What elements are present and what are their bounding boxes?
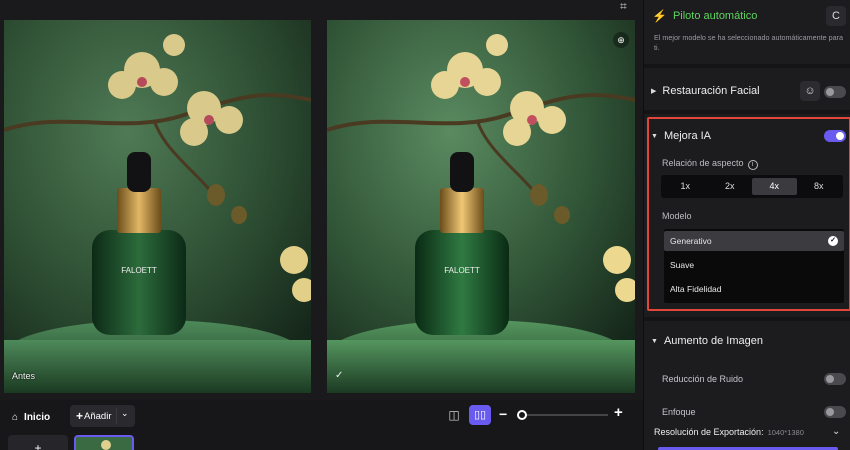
check-icon: ✓ <box>828 236 838 246</box>
autopilot-header: ⚡ Piloto automático <box>652 9 757 23</box>
autopilot-title: Piloto automático <box>672 10 758 22</box>
after-check-icon: ✓ <box>335 370 344 381</box>
add-image-thumb[interactable]: + <box>8 435 68 450</box>
single-view-icon[interactable]: ◫ <box>446 407 462 423</box>
ai-enhance-toggle[interactable] <box>824 130 846 142</box>
before-label: Antes <box>12 371 36 381</box>
crop-icon[interactable]: ⌗ <box>620 0 634 12</box>
info-icon[interactable]: i <box>747 160 758 170</box>
model-option-generativo[interactable]: Generativo ✓ <box>664 231 844 251</box>
lightning-icon: ⚡ <box>652 9 667 23</box>
before-image: FALOETT <box>4 20 311 393</box>
home-button[interactable]: ⌂ Inicio <box>12 409 50 425</box>
face-restore-toggle[interactable] <box>824 86 846 98</box>
after-image-pane: FALOETT ⊕ ✓ <box>327 20 635 393</box>
before-brand: FALOETT <box>121 266 157 275</box>
image-canvas: ⌗ FALOETT Antes FALOETT ⊕ ✓ <box>0 0 643 400</box>
expand-down-icon: ▼ <box>651 132 658 140</box>
add-label: Añadir <box>84 410 112 422</box>
autopilot-description: El mejor modelo se ha seleccionado autom… <box>654 33 843 52</box>
export-label: Resolución de Exportación: <box>654 427 764 437</box>
ai-enhance-header[interactable]: ▼ Mejora IA <box>651 130 711 142</box>
face-restore-title: Restauración Facial <box>662 85 760 97</box>
bottom-toolbar: ⌂ Inicio + Añadir ⌄ ◫ ▯▯ − + + <box>0 400 643 450</box>
before-image-pane: FALOETT Antes <box>4 20 311 393</box>
model-option-alta-fidelidad[interactable]: Alta Fidelidad <box>664 279 844 299</box>
aspect-ratio-selector: 1x 2x 4x 8x <box>661 175 843 198</box>
thumbnail-preview <box>76 437 132 450</box>
image-augment-title: Aumento de Imagen <box>663 335 764 347</box>
face-icon[interactable]: ☺ <box>800 81 820 101</box>
face-restore-header[interactable]: ▶ Restauración Facial <box>651 85 760 97</box>
zoom-in-icon[interactable]: ⊕ <box>613 32 629 48</box>
app-window: ⌗ FALOETT Antes FALOETT ⊕ ✓ ⌂ Inicio + A… <box>0 0 850 450</box>
export-resolution: Resolución de Exportación: 1040*1380 <box>654 427 804 437</box>
model-option-suave[interactable]: Suave <box>664 255 844 275</box>
aspect-option-1x[interactable]: 1x <box>663 178 708 195</box>
section-divider <box>644 110 850 114</box>
export-value: 1040*1380 <box>767 428 804 437</box>
home-icon: ⌂ <box>12 411 19 423</box>
add-divider <box>116 408 117 424</box>
compare-view-button[interactable]: ▯▯ <box>469 405 491 425</box>
sharpen-label: Enfoque <box>662 407 696 417</box>
section-divider <box>644 317 850 321</box>
add-button[interactable]: + Añadir ⌄ <box>70 405 135 427</box>
aspect-ratio-text: Relación de aspecto <box>662 158 744 168</box>
aspect-option-4x[interactable]: 4x <box>752 178 797 195</box>
model-option-label: Generativo <box>670 236 712 246</box>
expand-down-icon: ▼ <box>651 337 658 345</box>
refresh-button[interactable]: C <box>826 6 846 26</box>
chevron-down-icon[interactable]: ⌄ <box>121 408 129 419</box>
expand-right-icon: ▶ <box>651 88 657 95</box>
section-divider <box>644 64 850 68</box>
zoom-slider-thumb[interactable] <box>517 410 527 420</box>
aspect-option-2x[interactable]: 2x <box>708 178 753 195</box>
noise-reduction-label: Reducción de Ruido <box>662 374 744 384</box>
ai-enhance-title: Mejora IA <box>663 130 712 142</box>
plus-icon: + <box>76 409 84 423</box>
zoom-in-button[interactable]: + <box>614 405 623 421</box>
image-thumbnail[interactable] <box>74 435 134 450</box>
zoom-slider-track[interactable] <box>518 414 608 416</box>
aspect-ratio-label: Relación de aspecto i <box>662 158 758 170</box>
model-label: Modelo <box>662 211 692 221</box>
chevron-down-icon[interactable]: ⌄ <box>832 426 840 437</box>
sharpen-toggle[interactable] <box>824 406 846 418</box>
after-brand: FALOETT <box>444 266 480 275</box>
model-dropdown: Generativo ✓ Suave Alta Fidelidad <box>664 229 844 303</box>
aspect-option-8x[interactable]: 8x <box>797 178 842 195</box>
home-label: Inicio <box>24 411 51 423</box>
zoom-out-button[interactable]: − <box>499 406 507 422</box>
settings-sidebar: ⚡ Piloto automático C El mejor modelo se… <box>643 0 850 450</box>
image-augment-header[interactable]: ▼ Aumento de Imagen <box>651 335 763 347</box>
after-image: FALOETT <box>327 20 635 393</box>
noise-reduction-toggle[interactable] <box>824 373 846 385</box>
export-bar: Resolución de Exportación: 1040*1380 ⌄ <box>644 420 850 450</box>
